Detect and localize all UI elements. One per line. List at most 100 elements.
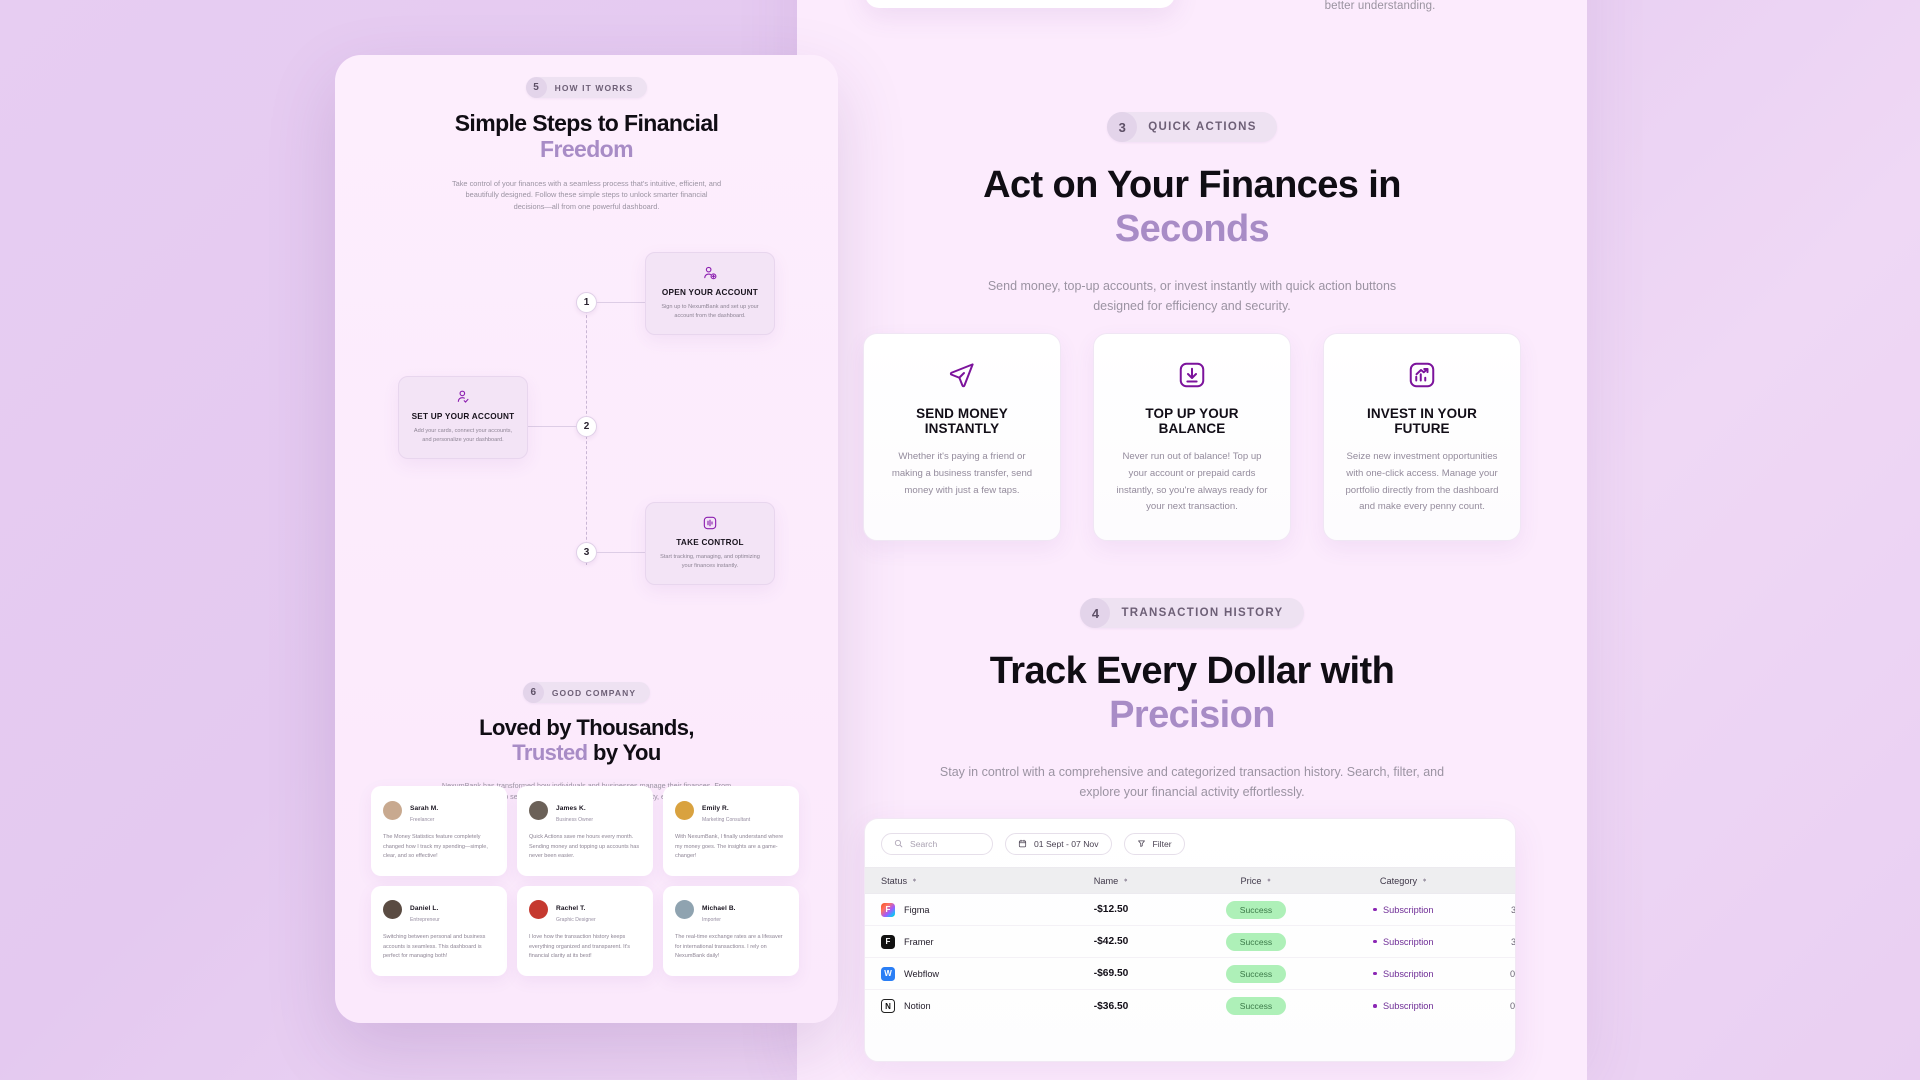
column-header-label: Category: [1379, 875, 1418, 886]
sort-icon[interactable]: ▲ ▼: [1266, 878, 1271, 884]
step-card-desc: Start tracking, managing, and optimizing…: [660, 554, 760, 570]
calendar-icon: [1018, 839, 1027, 850]
column-header-price[interactable]: Price ▲ ▼: [1181, 876, 1331, 886]
testimonial-quote: I love how the transaction history keeps…: [529, 933, 631, 960]
step-node-1-number: 1: [583, 297, 590, 308]
transaction-name: Webflow: [904, 968, 940, 979]
testimonial-name: Rachel T.: [556, 904, 586, 912]
step-card-desc: Add your cards, connect your accounts, a…: [413, 428, 513, 444]
webflow-logo: W: [881, 966, 895, 981]
testimonial-role: Importer: [702, 916, 721, 923]
table-row[interactable]: F Figma -$12.50 Success Subscription 30 O…: [865, 894, 1515, 926]
transaction-category: Subscription: [1382, 904, 1434, 915]
step-card-title: SET UP YOUR ACCOUNT: [411, 412, 515, 421]
feature-card-desc: Whether it's paying a friend or making a…: [891, 451, 1033, 496]
table-row[interactable]: F Framer -$42.50 Success Subscription 31 …: [865, 926, 1515, 958]
transaction-toolbar: Search 01 Sept - 07 Nov Filter: [865, 819, 1515, 867]
date-range-button[interactable]: 01 Sept - 07 Nov: [1005, 833, 1112, 855]
transaction-price: -$12.50: [1093, 904, 1129, 915]
transaction-date: 30 Oct 2024: [1510, 904, 1516, 915]
transaction-price: -$36.50: [1093, 1000, 1129, 1012]
testimonial-role: Graphic Designer: [556, 916, 596, 923]
step-node-1: 1: [576, 292, 597, 313]
testimonial-author: Michael B. Importer: [675, 897, 787, 923]
title-line-1: Track Every Dollar with: [989, 650, 1395, 692]
testimonial-author: Daniel L. Entrepreneur: [383, 897, 495, 923]
table-row[interactable]: N Notion -$36.50 Success Subscription 07 …: [865, 990, 1515, 1022]
testimonials-title: Loved by Thousands, Trusted by You: [335, 715, 838, 766]
step-node-2-number: 2: [583, 421, 590, 432]
step-card-title: TAKE CONTROL: [676, 538, 744, 547]
step-node-3-number: 3: [583, 547, 590, 558]
testimonial-name: Emily R.: [702, 805, 729, 812]
title-accent: Precision: [1109, 693, 1275, 736]
feature-card-title: TOP UP YOUR BALANCE: [1145, 406, 1239, 436]
step-node-3: 3: [576, 542, 597, 563]
column-header-date[interactable]: Date ▲▼: [1476, 876, 1515, 886]
transaction-price: -$42.50: [1093, 936, 1129, 947]
testimonial-card: Sarah M. Freelancer The Money Statistics…: [371, 786, 507, 876]
avatar: [383, 900, 402, 920]
column-header-name[interactable]: Name ▲ ▼: [1041, 876, 1181, 886]
step-card-open-your-account[interactable]: OPEN YOUR ACCOUNT Sign up to NexumBank a…: [645, 252, 775, 336]
step-connector-1: [597, 302, 645, 303]
testimonial-author: Rachel T. Graphic Designer: [529, 897, 641, 923]
transaction-date: 07 Nov 2024: [1509, 1001, 1516, 1011]
testimonial-quote: Quick Actions save me hours every month.…: [529, 834, 640, 860]
sort-icon[interactable]: ▲ ▼: [1422, 878, 1427, 884]
avatar: [675, 800, 694, 820]
feature-card-title: SEND MONEY INSTANTLY: [916, 406, 1008, 436]
testimonial-quote: The Money Statistics feature completely …: [383, 834, 488, 860]
feature-card-top-up[interactable]: TOP UP YOUR BALANCE Never run out of bal…: [1093, 333, 1291, 542]
sort-icon[interactable]: ▲ ▼: [1123, 878, 1128, 884]
date-range-label: 01 Sept - 07 Nov: [1034, 839, 1099, 849]
category-dot-icon: [1373, 939, 1377, 944]
how-it-works-title: Simple Steps to Financial Freedom: [335, 110, 838, 163]
pill-number: 5: [525, 77, 547, 98]
pill-number: 6: [522, 682, 544, 703]
transaction-price: -$69.50: [1093, 968, 1129, 979]
filter-button[interactable]: Filter: [1123, 833, 1185, 855]
transaction-category: Subscription: [1382, 1001, 1434, 1011]
feature-card-send-money[interactable]: SEND MONEY INSTANTLY Whether it's paying…: [863, 333, 1061, 542]
pill-label: TRANSACTION HISTORY: [1121, 607, 1284, 619]
how-it-works-section: 5 HOW IT WORKS Simple Steps to Financial…: [335, 55, 838, 212]
transaction-name: Figma: [904, 904, 930, 915]
quick-action-cards: SEND MONEY INSTANTLY Whether it's paying…: [863, 333, 1521, 542]
testimonial-author: Sarah M. Freelancer: [383, 797, 495, 823]
quick-actions-subtitle: Send money, top-up accounts, or invest i…: [987, 279, 1397, 313]
step-card-set-up-your-account[interactable]: SET UP YOUR ACCOUNT Add your cards, conn…: [398, 376, 528, 460]
step-node-2: 2: [576, 416, 597, 437]
user-plus-icon: [656, 265, 764, 281]
testimonial-card: James K. Business Owner Quick Actions sa…: [517, 786, 653, 876]
title-line-1: Act on Your Finances in: [983, 164, 1401, 206]
equalizer-icon: [656, 515, 764, 531]
notion-logo: N: [881, 999, 895, 1013]
send-icon: [884, 360, 1040, 390]
feature-card-desc: Seize new investment opportunities with …: [1345, 451, 1499, 513]
title-tail: by You: [587, 740, 661, 766]
testimonial-role: Business Owner: [556, 817, 594, 823]
testimonial-name: Daniel L.: [410, 904, 439, 912]
category-dot-icon: [1373, 1004, 1377, 1008]
transaction-history-title: Track Every Dollar with Precision: [797, 650, 1587, 737]
avatar: [675, 900, 694, 920]
testimonial-author: James K. Business Owner: [529, 797, 641, 823]
column-header-status[interactable]: Status ▲ ▼: [881, 876, 1041, 886]
testimonial-card: Michael B. Importer The real-time exchan…: [663, 885, 799, 976]
title-accent: Freedom: [540, 136, 634, 163]
search-input[interactable]: Search: [881, 833, 993, 855]
testimonial-card: Daniel L. Entrepreneur Switching between…: [371, 885, 507, 976]
testimonial-role: Entrepreneur: [410, 916, 440, 923]
step-card-take-control[interactable]: TAKE CONTROL Start tracking, managing, a…: [645, 502, 775, 586]
step-connector-2: [528, 426, 576, 427]
status-badge: Success: [1225, 997, 1287, 1015]
quick-actions-section: 3 QUICK ACTIONS Act on Your Finances in …: [797, 112, 1587, 316]
section-pill-good-company: 6 GOOD COMPANY: [522, 682, 651, 703]
testimonial-quote: The real-time exchange rates are a lifes…: [675, 933, 783, 960]
feature-card-invest[interactable]: INVEST IN YOUR FUTURE Seize new investme…: [1323, 333, 1521, 542]
sort-icon[interactable]: ▲ ▼: [912, 878, 917, 884]
column-header-category[interactable]: Category ▲ ▼: [1331, 876, 1476, 886]
testimonial-name: Sarah M.: [410, 805, 439, 812]
table-row[interactable]: W Webflow -$69.50 Success Subscription 03…: [865, 958, 1515, 990]
